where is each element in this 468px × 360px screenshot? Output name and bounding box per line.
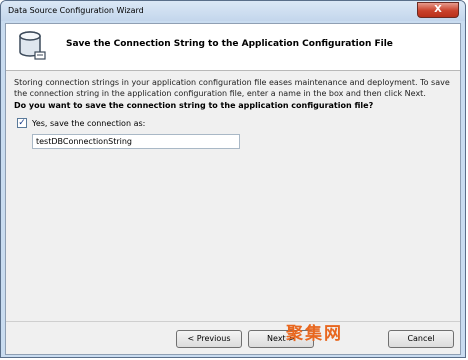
close-icon: X [434,4,442,15]
save-connection-checkbox[interactable]: ✓ [17,118,27,128]
cancel-button[interactable]: Cancel [388,330,454,348]
wizard-client-area: Save the Connection String to the Applic… [5,23,461,355]
description-text: Storing connection strings in your appli… [14,78,450,98]
wizard-header: Save the Connection String to the Applic… [6,24,460,71]
database-icon [19,31,46,60]
previous-button[interactable]: < Previous [176,330,242,348]
page-title: Save the Connection String to the Applic… [66,39,393,49]
wizard-window: Data Source Configuration Wizard X Save … [0,0,466,358]
watermark: 聚集网 [286,324,343,344]
save-connection-label[interactable]: Yes, save the connection as: [32,119,145,128]
close-button[interactable]: X [417,2,459,18]
window-title: Data Source Configuration Wizard [8,6,144,15]
check-icon: ✓ [18,118,26,128]
question-label: Do you want to save the connection strin… [14,101,374,110]
divider [6,321,460,322]
title-bar[interactable]: Data Source Configuration Wizard X [1,1,465,21]
connection-name-input[interactable] [32,134,240,149]
